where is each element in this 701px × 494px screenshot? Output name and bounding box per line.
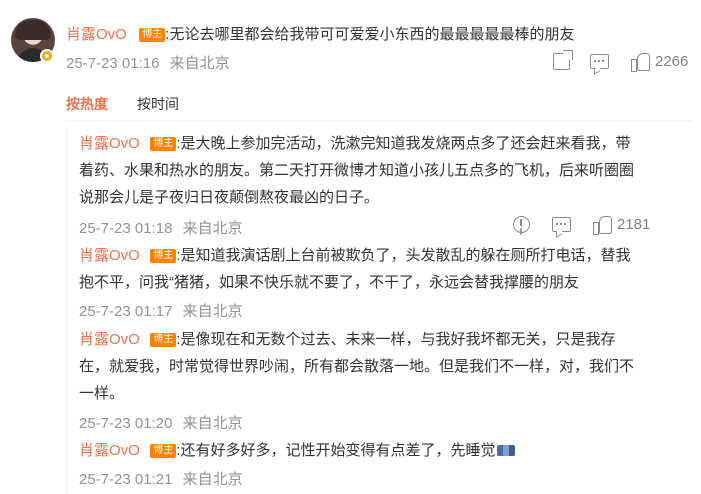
reply-like-count: 2181 — [617, 215, 651, 233]
main-comment-actions: 2266 — [553, 49, 689, 72]
reply-3-meta: 25-7-23 01:20 来自北京 — [79, 412, 243, 433]
reply-4-meta: 25-7-23 01:21 来自北京 — [79, 468, 243, 489]
reply-timestamp: 25-7-23 01:20 — [79, 415, 173, 432]
tab-sort-time[interactable]: 按时间 — [137, 94, 179, 114]
sleep-emoji-icon — [497, 445, 516, 456]
comment-icon[interactable] — [590, 53, 609, 69]
reply-username[interactable]: 肖露OvO — [79, 331, 140, 348]
main-comment-username[interactable]: 肖露OvO — [66, 26, 127, 43]
reply-username[interactable]: 肖露OvO — [79, 442, 140, 459]
author-badge: 博主 — [139, 28, 166, 42]
reply-2-meta: 25-7-23 01:17 来自北京 — [79, 300, 243, 321]
avatar-hair — [15, 20, 51, 40]
main-comment-location: 来自北京 — [169, 55, 230, 72]
reply-1-line-3: 说那会儿是子夜归日夜颠倒熬夜最凶的日子。 — [79, 189, 380, 206]
divider — [66, 120, 692, 121]
main-comment-timestamp: 25-7-23 01:16 — [66, 55, 160, 72]
reply-timestamp: 25-7-23 01:18 — [79, 220, 173, 237]
verified-icon — [40, 49, 54, 63]
reply-1-line-2: 着药、水果和热水的朋友。第二天打开微博才知道小孩儿五点多的飞机，后来听圈圈 — [79, 162, 635, 179]
main-comment-line: 肖露OvO 博主:无论去哪里都会给我带可可爱爱小东西的最最最最最棒的朋友 — [66, 23, 574, 44]
reply-text: :是像现在和无数个过去、未来一样，与我好我坏都无关，只是我存 — [176, 331, 616, 348]
reply-3-line-2: 在，就爱我，时常觉得世界吵闹，所有都会散落一地。但是我们不一样，对，我们不 — [79, 358, 635, 375]
reply-2-line-2: 抱不平，问我“猪猪，如果不快乐就不要了，不干了，永远会替我撑腰的朋友 — [79, 274, 579, 291]
report-icon[interactable] — [513, 215, 530, 233]
reply-1-meta: 25-7-23 01:18 来自北京 — [79, 217, 243, 238]
author-badge: 博主 — [150, 137, 177, 151]
main-comment-meta: 25-7-23 01:16 来自北京 — [66, 52, 230, 73]
comment-icon[interactable] — [552, 216, 571, 232]
reply-text: :是大晚上参加完活动，洗漱完知道我发烧两点多了还会赶来看我，带 — [176, 135, 631, 152]
main-comment-like-count: 2266 — [655, 52, 689, 70]
reply-location: 来自北京 — [182, 471, 243, 488]
like-icon[interactable] — [631, 52, 650, 72]
reply-location: 来自北京 — [182, 220, 243, 237]
reply-4-line-1: 肖露OvO 博主:还有好多好多，记性开始变得有点差了，先睡觉 — [79, 439, 516, 460]
reply-location: 来自北京 — [182, 415, 243, 432]
reply-text: :还有好多好多，记性开始变得有点差了，先睡觉 — [176, 442, 496, 459]
reply-location: 来自北京 — [182, 303, 243, 320]
tab-sort-hot[interactable]: 按热度 — [66, 94, 108, 114]
comment-thread: 肖露OvO 博主:无论去哪里都会给我带可可爱爱小东西的最最最最最棒的朋友 25-… — [0, 0, 701, 494]
main-comment-text: :无论去哪里都会给我带可可爱爱小东西的最最最最最棒的朋友 — [165, 26, 575, 43]
reply-username[interactable]: 肖露OvO — [79, 247, 140, 264]
reply-username[interactable]: 肖露OvO — [79, 135, 140, 152]
author-badge: 博主 — [150, 249, 177, 263]
like-icon[interactable] — [593, 215, 612, 235]
reply-timestamp: 25-7-23 01:21 — [79, 471, 173, 488]
reply-3-line-1: 肖露OvO 博主:是像现在和无数个过去、未来一样，与我好我坏都无关，只是我存 — [79, 328, 615, 349]
author-badge: 博主 — [150, 444, 177, 458]
reply-thread-rule — [66, 128, 68, 494]
reply-1-line-1: 肖露OvO 博主:是大晚上参加完活动，洗漱完知道我发烧两点多了还会赶来看我，带 — [79, 132, 630, 153]
reply-3-line-3: 一样。 — [79, 385, 125, 402]
reply-timestamp: 25-7-23 01:17 — [79, 303, 173, 320]
reply-text: :是知道我演话剧上台前被欺负了，头发散乱的躲在厕所打电话，替我 — [176, 247, 631, 264]
author-badge: 博主 — [150, 333, 177, 347]
reply-2-line-1: 肖露OvO 博主:是知道我演话剧上台前被欺负了，头发散乱的躲在厕所打电话，替我 — [79, 244, 630, 265]
share-icon[interactable] — [553, 49, 573, 70]
reply-1-actions: 2181 — [513, 215, 651, 235]
